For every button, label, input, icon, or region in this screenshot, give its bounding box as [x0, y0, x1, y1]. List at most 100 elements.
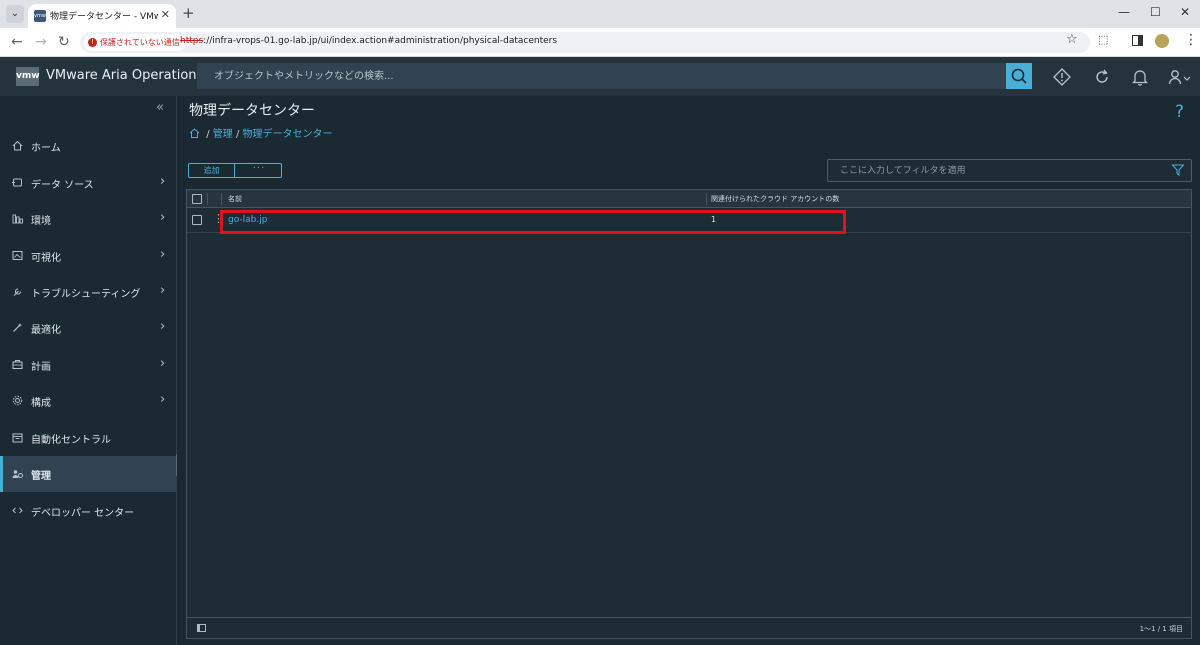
add-button[interactable]: 追加 — [189, 164, 235, 177]
sidebar-nav: « ホーム データ ソース › 環境 › 可視化 › トラブルシューティング › 最適化 › 計画 › 構… — [0, 96, 179, 645]
sidebar-item-label: ホーム — [31, 143, 61, 154]
app-title: VMware Aria Operations — [46, 68, 204, 83]
column-header-account-count[interactable]: 関連付けられたクラウド アカウントの数 — [711, 194, 839, 204]
code-icon — [12, 505, 23, 516]
sidebar-item[interactable]: トラブルシューティング › — [0, 274, 176, 310]
sidebar-item[interactable]: 管理 — [0, 456, 176, 492]
sidebar-item[interactable]: 最適化 › — [0, 310, 176, 346]
bell-icon[interactable] — [1131, 68, 1149, 86]
chevron-right-icon: › — [160, 392, 166, 407]
highlight-annotation-box — [220, 210, 846, 234]
filter-input[interactable] — [828, 160, 1158, 181]
sidebar-item[interactable]: データ ソース › — [0, 165, 176, 201]
reload-icon[interactable]: ↻ — [58, 34, 70, 50]
plan-icon — [12, 359, 23, 370]
side-panel-icon[interactable] — [1132, 35, 1143, 46]
vmware-favicon-icon: vmw — [34, 10, 46, 22]
more-actions-button[interactable]: ··· — [236, 164, 282, 177]
calendar-icon — [12, 432, 23, 443]
maximize-button[interactable]: ☐ — [1150, 5, 1161, 19]
browser-address-bar: ← → ↻ ! 保護されていない通信 https://infra-vrops-0… — [0, 28, 1200, 57]
security-warning-label: 保護されていない通信 — [100, 38, 180, 47]
window-close-button[interactable]: ✕ — [1180, 5, 1190, 19]
page-title: 物理データセンター — [189, 103, 315, 119]
column-toggle-icon[interactable] — [197, 624, 206, 632]
chevron-right-icon: › — [160, 210, 166, 225]
pagination-text: 1～1 / 1 項目 — [1139, 625, 1183, 633]
sidebar-item-label: トラブルシューティング — [31, 289, 141, 300]
url-path: ://infra-vrops-01.go-lab.jp/ui/index.act… — [203, 36, 558, 46]
security-warning-chip[interactable]: ! 保護されていない通信 — [84, 34, 186, 51]
profile-avatar-icon[interactable] — [1155, 34, 1169, 48]
data-source-icon — [12, 177, 23, 188]
search-icon — [1011, 68, 1027, 84]
app-header: vmw VMware Aria Operations — [0, 57, 1200, 96]
sidebar-item[interactable]: 自動化セントラル — [0, 420, 176, 456]
sidebar-item[interactable]: ホーム — [0, 128, 176, 164]
sidebar-item[interactable]: 構成 › — [0, 383, 176, 419]
vmware-logo: vmw — [16, 67, 40, 86]
breadcrumb: / 管理 / 物理データセンター — [189, 125, 333, 140]
chevron-right-icon: › — [160, 247, 166, 262]
breadcrumb-separator: / — [206, 129, 210, 140]
sidebar-item-label: デベロッパー センター — [31, 508, 135, 519]
sidebar-item[interactable]: 環境 › — [0, 201, 176, 237]
visualize-icon — [12, 250, 23, 261]
column-separator — [207, 193, 208, 205]
back-arrow-icon[interactable]: ← — [11, 34, 23, 50]
url-text[interactable]: https://infra-vrops-01.go-lab.jp/ui/inde… — [180, 36, 557, 46]
browser-menu-kebab-icon[interactable]: ⋮ — [1184, 32, 1198, 48]
refresh-icon[interactable] — [1093, 68, 1111, 86]
chevron-right-icon: › — [160, 356, 166, 371]
breadcrumb-current[interactable]: 物理データセンター — [243, 129, 333, 140]
sidebar-item[interactable]: 計画 › — [0, 347, 176, 383]
toolbar-button-group: 追加 ··· — [188, 163, 282, 178]
tab-search-chevron-icon[interactable]: ⌄ — [6, 5, 24, 23]
minimize-button[interactable]: — — [1118, 5, 1130, 19]
datacenter-grid: 名前 関連付けられたクラウド アカウントの数 ⋮ go-lab.jp 1 1～1… — [186, 189, 1192, 639]
breadcrumb-home-icon[interactable] — [189, 128, 200, 138]
user-menu-icon[interactable] — [1168, 68, 1194, 86]
extensions-icon[interactable]: ⬚ — [1098, 33, 1108, 46]
sidebar-item-label: 可視化 — [31, 253, 61, 264]
admin-icon — [12, 468, 23, 479]
sidebar-item-label: 自動化セントラル — [31, 435, 111, 446]
chevron-right-icon: › — [160, 174, 166, 189]
url-scheme: https — [180, 36, 204, 46]
sidebar-item-label: 最適化 — [31, 325, 61, 336]
home-icon — [12, 140, 23, 151]
select-all-checkbox[interactable] — [192, 194, 202, 204]
breadcrumb-separator: / — [235, 129, 240, 140]
row-checkbox[interactable] — [192, 215, 202, 225]
browser-tab-title: 物理データセンター - VMware Aria — [50, 12, 158, 22]
column-header-name[interactable]: 名前 — [228, 194, 242, 204]
help-icon[interactable]: ? — [1175, 102, 1184, 122]
column-separator[interactable] — [706, 193, 707, 205]
grid-header: 名前 関連付けられたクラウド アカウントの数 — [187, 190, 1191, 208]
sidebar-item-label: 管理 — [31, 471, 51, 482]
breadcrumb-admin-link[interactable]: 管理 — [213, 129, 233, 140]
sidebar-item-label: 環境 — [31, 216, 51, 227]
chevron-right-icon: › — [160, 319, 166, 334]
filter-funnel-icon[interactable] — [1172, 164, 1184, 176]
filter-box — [827, 159, 1192, 182]
optimize-icon — [12, 322, 23, 333]
search-button[interactable] — [1006, 63, 1032, 89]
gear-icon — [12, 395, 23, 406]
sidebar-item[interactable]: 可視化 › — [0, 238, 176, 274]
tab-close-icon[interactable]: ✕ — [161, 8, 170, 21]
global-search — [197, 63, 1007, 89]
forward-arrow-icon[interactable]: → — [35, 34, 47, 50]
sidebar-item-label: 構成 — [31, 398, 51, 409]
global-search-input[interactable] — [197, 63, 1007, 89]
collapse-sidebar-icon[interactable]: « — [156, 100, 164, 115]
main-content: 物理データセンター ? / 管理 / 物理データセンター 追加 ··· 名前 関… — [177, 96, 1200, 645]
sidebar-item[interactable]: デベロッパー センター — [0, 493, 176, 529]
omnibox[interactable]: ! 保護されていない通信 https://infra-vrops-01.go-l… — [80, 32, 1090, 53]
bookmark-star-icon[interactable]: ☆ — [1066, 32, 1078, 47]
browser-tab-bar: ⌄ vmw 物理データセンター - VMware Aria ✕ + — ☐ ✕ — [0, 0, 1200, 28]
alert-diamond-icon[interactable] — [1053, 68, 1071, 86]
sidebar-item-label: データ ソース — [31, 180, 94, 191]
new-tab-button[interactable]: + — [182, 5, 195, 21]
browser-tab[interactable]: vmw 物理データセンター - VMware Aria ✕ — [28, 4, 176, 28]
